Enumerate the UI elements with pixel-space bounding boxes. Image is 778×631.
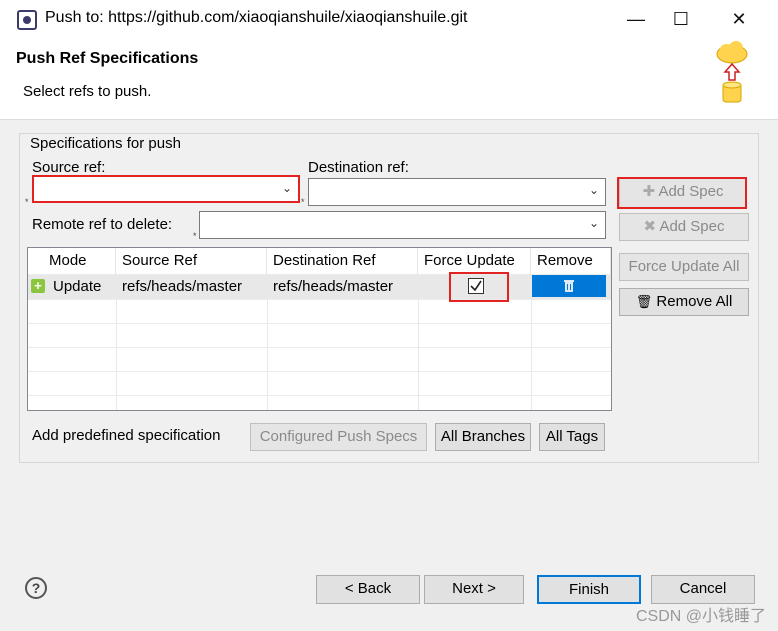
row-divider — [28, 347, 611, 348]
window-title: Push to: https://github.com/xiaoqianshui… — [45, 9, 468, 26]
remote-delete-label: Remote ref to delete: — [32, 216, 173, 233]
column-header-mode[interactable]: Mode — [43, 248, 116, 274]
eclipse-app-icon — [17, 10, 37, 30]
watermark: CSDN @小钱睡了 — [635, 608, 766, 625]
remove-all-icon: 🗑 — [635, 294, 653, 309]
maximize-button[interactable]: ☐ — [663, 4, 699, 34]
trash-icon — [564, 280, 574, 292]
help-icon[interactable]: ? — [25, 577, 47, 599]
force-update-all-button[interactable]: Force Update All — [619, 253, 749, 281]
row-divider — [28, 299, 611, 300]
page-subtitle: Select refs to push. — [23, 83, 152, 100]
title-bar: Push to: https://github.com/xiaoqianshui… — [0, 0, 778, 38]
source-ref-combo[interactable]: ⌄ — [32, 175, 300, 203]
back-button[interactable]: < Back — [316, 575, 420, 604]
all-tags-button[interactable]: All Tags — [539, 423, 605, 451]
specifications-table[interactable]: Mode Source Ref Destination Ref Force Up… — [27, 247, 612, 411]
column-header-destination-ref[interactable]: Destination Ref — [267, 248, 418, 274]
required-marker: * — [301, 197, 305, 207]
required-marker: * — [25, 197, 29, 207]
push-cloud-icon — [716, 41, 748, 103]
remote-delete-combo[interactable]: ⌄ — [199, 211, 606, 239]
checkmark-icon — [470, 280, 482, 292]
cell-destination-ref: refs/heads/master — [273, 278, 394, 295]
column-header-remove[interactable]: Remove — [531, 248, 611, 274]
delete-x-icon: ✖ — [643, 218, 657, 235]
page-title: Push Ref Specifications — [16, 50, 199, 67]
remove-all-button[interactable]: 🗑 Remove All — [619, 288, 749, 316]
source-ref-label: Source ref: — [32, 159, 106, 176]
remove-row-button[interactable] — [532, 275, 606, 297]
force-update-checkbox[interactable] — [468, 278, 484, 294]
column-header-force-update[interactable]: Force Update — [418, 248, 531, 274]
chevron-down-icon[interactable]: ⌄ — [282, 181, 292, 195]
destination-ref-label: Destination ref: — [308, 159, 409, 176]
close-button[interactable]: ✕ — [721, 4, 757, 34]
configured-push-specs-button[interactable]: Configured Push Specs — [250, 423, 427, 451]
row-divider — [28, 395, 611, 396]
add-mode-icon: + — [31, 279, 45, 293]
highlight-box — [617, 177, 747, 209]
all-branches-button[interactable]: All Branches — [435, 423, 531, 451]
minimize-button[interactable]: — — [618, 4, 654, 34]
group-label: Specifications for push — [28, 135, 183, 152]
next-button[interactable]: Next > — [424, 575, 524, 604]
predefined-label: Add predefined specification — [32, 427, 221, 444]
cell-source-ref: refs/heads/master — [122, 278, 243, 295]
required-marker: * — [193, 231, 197, 241]
cancel-button[interactable]: Cancel — [651, 575, 755, 604]
cell-mode: Update — [53, 278, 102, 295]
finish-button[interactable]: Finish — [537, 575, 641, 604]
destination-ref-combo[interactable]: ⌄ — [308, 178, 606, 206]
chevron-down-icon[interactable]: ⌄ — [589, 216, 599, 230]
column-header-source-ref[interactable]: Source Ref — [116, 248, 267, 274]
chevron-down-icon[interactable]: ⌄ — [589, 183, 599, 197]
row-divider — [28, 371, 611, 372]
row-divider — [28, 323, 611, 324]
wizard-header: Push Ref Specifications Select refs to p… — [0, 38, 778, 120]
add-delete-spec-button[interactable]: ✖ Add Spec — [619, 213, 749, 241]
